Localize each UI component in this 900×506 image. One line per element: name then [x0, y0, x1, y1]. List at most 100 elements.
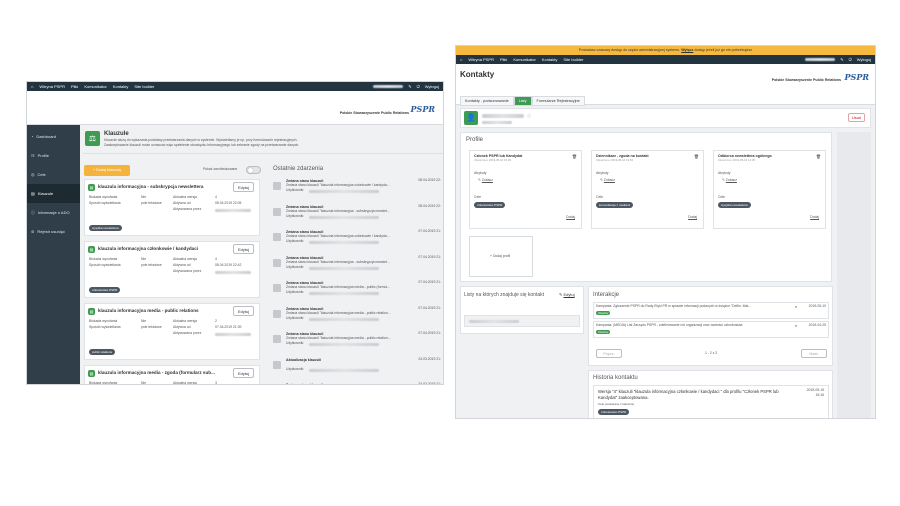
sidebar-item-ado[interactable]: ⓘ Informacje o ADO	[27, 203, 80, 222]
event-item: Zmiana stanu klauzuli 08.04.2019 22: Zmi…	[273, 204, 441, 228]
edit-clause-button[interactable]: Edytuj	[233, 306, 254, 316]
interactions-title: Interakcje	[593, 292, 620, 298]
show-archived-toggle[interactable]	[246, 166, 261, 174]
pencil-icon[interactable]: ✎	[840, 57, 843, 62]
tab-forms[interactable]: Formularze Rejestracyjne	[531, 96, 585, 106]
logout-link[interactable]: Wyloguj	[857, 57, 871, 62]
sidebar-item-dashboard[interactable]: ◔ Dashboard	[27, 127, 80, 146]
clause-title[interactable]: klauzula informacyjna - subskrypcja news…	[98, 184, 228, 189]
event-icon	[273, 284, 281, 292]
logout-link[interactable]: Wyloguj	[425, 84, 439, 89]
clause-icon: ▤	[88, 246, 95, 253]
pencil-icon[interactable]: ✎	[408, 84, 411, 89]
nav-komunikator[interactable]: Komunikator	[84, 84, 106, 89]
delete-profile-icon[interactable]: 🗑	[572, 154, 577, 159]
info-icon: ⓘ	[31, 209, 35, 215]
user-menu[interactable]	[373, 85, 404, 88]
logout-icon[interactable]: ⏻	[417, 84, 420, 89]
user-menu[interactable]	[805, 58, 836, 61]
lists-title: Listy na których znajduje się kontakt	[464, 292, 545, 298]
interaction-item[interactable]: Kampania: (MEDIA) List Zarządu PSPR - zd…	[593, 321, 829, 338]
search-icon[interactable]: ⌕	[795, 323, 797, 328]
event-icon	[273, 258, 281, 267]
history-panel: Historia kontaktu Wersja "4" klauzuli "k…	[588, 370, 833, 418]
profile-card: Dziennikarz - zgoda na kontakt Utworzono…	[591, 150, 704, 229]
logo: PSPR	[844, 72, 869, 82]
home-icon[interactable]: ⌂	[460, 57, 462, 62]
history-title: Historia kontaktu	[593, 375, 638, 381]
add-profile-card[interactable]: + Dodaj profil	[469, 236, 533, 277]
view-attributes-link[interactable]: ✎ Zobacz	[478, 178, 493, 183]
show-archived-label: Pokaż zarchiwizowane	[203, 167, 238, 171]
event-item: Zmiana stanu klauzuli 07.04.2019 21: Zmi…	[273, 306, 441, 330]
contact-header: 👤 ⓘ Usuń	[460, 108, 871, 128]
disable-access-link[interactable]: Wyłącz	[681, 48, 693, 52]
home-icon[interactable]: ⌂	[31, 84, 33, 89]
sidebar-item-profile[interactable]: ☷ Profile	[27, 146, 80, 165]
add-goal-link[interactable]: Dodaj	[688, 215, 697, 220]
edit-clause-button[interactable]: Edytuj	[233, 182, 254, 192]
event-item: Zmiana stanu klauzuli 24.03.2019 21: Zmi…	[273, 382, 441, 384]
history-tag: członkostwo PSPR	[598, 409, 630, 415]
sidebar-item-klauzule[interactable]: ▤ Klauzule	[27, 184, 80, 203]
sidebar-item-cele[interactable]: ◎ Cele	[27, 165, 80, 184]
nav-site-builder[interactable]: Site builder	[134, 84, 154, 89]
interaction-item[interactable]: Kampania: Zgłoszenie PSPR do Rady Etyki …	[593, 302, 829, 319]
help-icon[interactable]: ⓘ	[527, 113, 531, 119]
delete-profile-icon[interactable]: 🗑	[816, 154, 821, 159]
tab-listy[interactable]: Listy	[513, 96, 532, 106]
profile-tag: członkostwo PSPR	[474, 202, 506, 208]
history-time: 15:16	[815, 393, 825, 397]
clause-tag: wysyłka newslettera	[89, 225, 122, 231]
event-item: Zmiana stanu klauzuli 07.04.2019 21: Zmi…	[273, 229, 441, 253]
logout-icon[interactable]: ⏻	[849, 57, 852, 62]
status-badge: Otwarty	[596, 311, 611, 315]
prev-page-button[interactable]: Poprz.	[596, 349, 622, 358]
view-attributes-link[interactable]: ✎ Zobacz	[600, 178, 615, 183]
add-clause-button[interactable]: + Dodaj klauzulę	[84, 165, 130, 176]
edit-clause-button[interactable]: Edytuj	[233, 244, 254, 254]
event-item: Zmiana stanu klauzuli 08.04.2019 22: Zmi…	[273, 178, 441, 202]
clause-title[interactable]: klauzula informacyjna media - zgoda (for…	[98, 370, 228, 375]
lists-edit-link[interactable]: ✎ Edytuj	[559, 292, 575, 297]
nav-site-builder[interactable]: Site builder	[563, 57, 583, 62]
nav-pliki[interactable]: Pliki	[71, 84, 78, 89]
pagination-label: 1 - 2 z 2	[705, 351, 718, 355]
add-profile-label: + Dodaj profil	[490, 254, 511, 258]
dashboard-icon: ◔	[31, 134, 34, 139]
klauzule-icon: ⚖	[85, 131, 100, 146]
view-attributes-link[interactable]: ✎ Zobacz	[722, 178, 737, 183]
nav-kontakty[interactable]: Kontakty	[113, 84, 129, 89]
right-window: Posiadasz czasowy dostęp do części admin…	[455, 45, 876, 419]
add-goal-link[interactable]: Dodaj	[810, 215, 819, 220]
org-name: Polskie Stowarzyszenie Public Relations	[771, 78, 841, 82]
clause-title[interactable]: klauzula informacyjna członkowie / kandy…	[98, 246, 228, 251]
clause-icon: ▤	[88, 308, 95, 315]
edit-clause-button[interactable]: Edytuj	[233, 368, 254, 378]
lists-search[interactable]	[464, 315, 580, 327]
interactions-panel: Interakcje Kampania: Zgłoszenie PSPR do …	[588, 286, 833, 366]
right-header: Kontakty Polskie Stowarzyszenie Public R…	[456, 64, 875, 106]
history-text: Wersja "4" klauzuli "klauzula informacyj…	[598, 389, 779, 400]
nav-pliki[interactable]: Pliki	[500, 57, 507, 62]
history-goals-label: Cele powiązane z klauzulą:	[598, 402, 635, 406]
sidebar-item-rejestr[interactable]: ⊘ Rejestr usunięć	[27, 222, 80, 241]
profile-icon: ☷	[31, 153, 35, 158]
search-icon[interactable]: ⌕	[795, 304, 797, 309]
tab-summary[interactable]: Kontakty - podsumowanie	[460, 96, 514, 106]
target-icon: ◎	[31, 172, 35, 177]
nav-kontakty[interactable]: Kontakty	[542, 57, 558, 62]
clause-tag: public relations	[89, 349, 116, 355]
page-title: Kontakty	[460, 70, 495, 79]
klauzule-panel: ⚖ Klauzule Klauzule służą do wykazania p…	[83, 129, 443, 384]
delete-button[interactable]: Usuń	[848, 113, 865, 122]
nav-komunikator[interactable]: Komunikator	[513, 57, 535, 62]
nav-witryna[interactable]: Witryna PSPR	[39, 84, 65, 89]
clause-title[interactable]: klauzula informacyjna media - public rel…	[98, 308, 228, 313]
next-page-button[interactable]: Nast.	[801, 349, 827, 358]
right-scrollbar[interactable]	[837, 132, 871, 418]
nav-witryna[interactable]: Witryna PSPR	[468, 57, 494, 62]
add-goal-link[interactable]: Dodaj	[566, 215, 575, 220]
delete-profile-icon[interactable]: 🗑	[694, 154, 699, 159]
event-icon	[273, 182, 281, 190]
